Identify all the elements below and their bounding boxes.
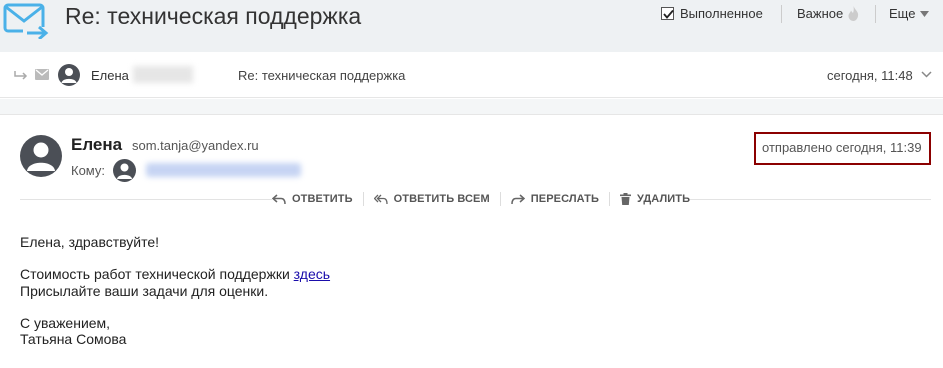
thread-time: сегодня, 11:48 xyxy=(827,68,913,83)
forward-button[interactable]: ПЕРЕСЛАТЬ xyxy=(511,193,599,205)
divider xyxy=(875,5,876,23)
sender-name[interactable]: Елена xyxy=(71,135,122,155)
page-title: Re: техническая поддержка xyxy=(65,3,362,29)
avatar xyxy=(58,64,80,86)
redacted-surname xyxy=(133,66,193,83)
important-toggle[interactable]: Важное xyxy=(797,6,859,21)
trash-icon xyxy=(619,193,631,205)
forward-label: ПЕРЕСЛАТЬ xyxy=(530,193,599,205)
done-checkbox[interactable] xyxy=(661,7,674,20)
person-icon xyxy=(61,68,77,83)
sender-email[interactable]: som.tanja@yandex.ru xyxy=(132,138,259,153)
forward-icon xyxy=(511,194,525,205)
body-line-1-text: Стоимость работ технической поддержки xyxy=(20,266,294,282)
divider xyxy=(682,199,931,200)
done-toggle[interactable]: Выполненное xyxy=(661,6,763,21)
body-line-1: Стоимость работ технической поддержки зд… xyxy=(20,266,330,282)
recipient-label: Кому: xyxy=(71,163,105,178)
person-icon xyxy=(117,163,132,179)
reply-label: ОТВЕТИТЬ xyxy=(292,193,353,205)
reply-all-button[interactable]: ОТВЕТИТЬ ВСЕМ xyxy=(373,193,490,205)
sender-avatar[interactable] xyxy=(20,135,62,177)
divider xyxy=(362,192,364,206)
reply-icon xyxy=(272,194,286,205)
reply-all-label: ОТВЕТИТЬ ВСЕМ xyxy=(393,193,490,205)
chevron-down-icon xyxy=(920,10,930,17)
important-label: Важное xyxy=(797,6,844,21)
divider xyxy=(781,5,782,23)
body-line-2: Присылайте ваши задачи для оценки. xyxy=(20,283,269,299)
mail-forward-icon xyxy=(3,3,49,41)
divider xyxy=(608,192,610,206)
reply-button[interactable]: ОТВЕТИТЬ xyxy=(272,193,353,205)
done-label: Выполненное xyxy=(680,6,763,21)
reply-all-icon xyxy=(373,194,388,205)
sent-timestamp: отправлено сегодня, 11:39 xyxy=(754,132,931,165)
reply-arrow-icon xyxy=(14,71,28,80)
envelope-icon xyxy=(35,69,49,80)
body-greeting: Елена, здравствуйте! xyxy=(20,234,160,250)
delete-label: УДАЛИТЬ xyxy=(636,193,691,205)
recipient-avatar xyxy=(113,159,136,182)
signature-line-2: Татьяна Сомова xyxy=(20,331,127,347)
delete-button[interactable]: УДАЛИТЬ xyxy=(619,193,691,205)
chevron-down-icon[interactable] xyxy=(921,71,932,78)
more-label: Еще xyxy=(889,6,916,21)
thread-subject: Re: техническая поддержка xyxy=(238,68,406,83)
message-header: Re: техническая поддержка Выполненное Ва… xyxy=(0,0,943,52)
divider xyxy=(499,192,501,206)
flame-icon xyxy=(848,6,859,21)
thread-row[interactable]: Елена Re: техническая поддержка сегодня,… xyxy=(0,53,943,98)
redacted-recipient-email xyxy=(146,163,301,177)
thread-sender: Елена xyxy=(91,68,129,83)
more-menu[interactable]: Еще xyxy=(889,6,930,21)
message-actions: ОТВЕТИТЬ ОТВЕТИТЬ ВСЕМ ПЕРЕСЛАТЬ УДАЛИТЬ xyxy=(272,192,691,206)
thread-separator xyxy=(0,99,943,115)
signature-line-1: С уважением, xyxy=(20,315,111,331)
checkmark-icon xyxy=(663,9,674,19)
divider xyxy=(20,199,272,200)
price-link[interactable]: здесь xyxy=(294,266,330,282)
person-icon xyxy=(27,142,55,171)
